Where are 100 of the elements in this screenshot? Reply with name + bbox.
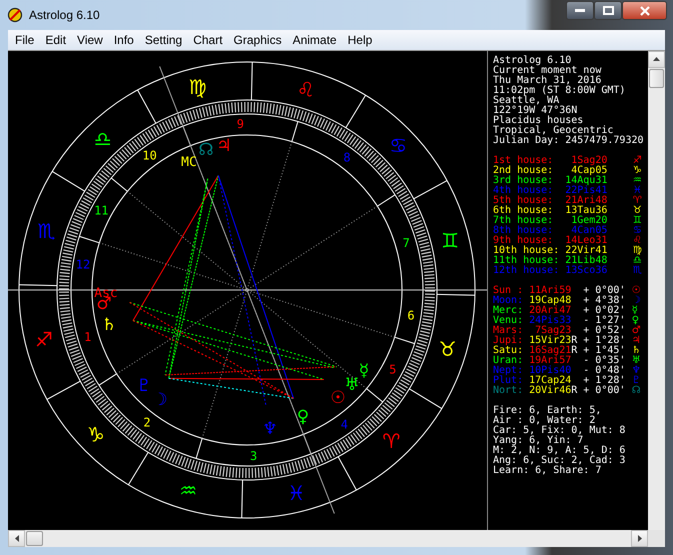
zodiac-sign-glyph: ♈ (382, 429, 400, 454)
house-number: 9 (236, 117, 244, 132)
planet-glyph: ♀ (632, 316, 640, 326)
sign-glyph: ♍ (632, 246, 642, 256)
maximize-button[interactable] (594, 1, 622, 20)
house-cusp-value: 13Tau36 (564, 206, 608, 216)
menu-item[interactable]: Graphics (228, 30, 288, 50)
chart-info-line: Placidus houses (493, 116, 584, 126)
house-cusp-value: 21Lib48 (564, 256, 608, 266)
planet-name: Nept: (493, 366, 524, 376)
scroll-left-icon (14, 535, 18, 542)
planet-position: 20Ari47 (528, 306, 572, 316)
menu-item[interactable]: Chart (188, 30, 229, 50)
scrollbar-corner (648, 530, 665, 547)
sign-glyph: ♋ (632, 226, 642, 236)
menu-item[interactable]: Setting (140, 30, 188, 50)
planet-name: Sun : (493, 286, 524, 296)
horizontal-scrollbar[interactable] (8, 530, 648, 547)
element-stats-line: Fire: 6, Earth: 5, (493, 406, 602, 416)
house-number: 1 (84, 330, 92, 344)
chart-info-line: Julian Day: 2457479.79320 (493, 136, 645, 146)
planet-glyph: ♅ (344, 374, 360, 395)
house-label: 12th house: (493, 266, 560, 276)
angle-label: MC (181, 154, 197, 170)
house-label: 4th house: (493, 186, 554, 196)
house-number: 12 (76, 257, 90, 272)
scroll-thumb[interactable] (26, 531, 43, 546)
chart-info-line: 122°19W 47°36N (493, 106, 578, 116)
zodiac-sign-glyph: ♑ (86, 422, 105, 446)
menu-item[interactable]: File (10, 30, 40, 50)
house-cusp-value: 14Leo31 (564, 236, 608, 246)
planet-deviation: + 0°02' (582, 306, 626, 316)
planet-deviation: + 0°52' (582, 326, 626, 336)
zodiac-sign-glyph: ♊ (441, 228, 460, 253)
house-label: 9th house: (493, 236, 554, 246)
planet-position: 19Cap48 (528, 296, 572, 306)
vertical-scrollbar[interactable] (648, 50, 665, 530)
sign-glyph: ♏ (632, 266, 642, 276)
planet-glyph: ♄ (101, 314, 117, 335)
house-cusp-value: 1Sag20 (570, 156, 608, 166)
zodiac-sign-glyph: ♌ (296, 77, 315, 102)
menu-item[interactable]: Edit (40, 30, 72, 50)
menu-item[interactable]: Info (108, 30, 140, 50)
chart-info-line: Tropical, Geocentric (493, 126, 614, 136)
planet-glyph: ♅ (632, 356, 641, 366)
house-cusp-value: 21Ari48 (564, 196, 608, 206)
sign-glyph: ♐ (632, 156, 642, 166)
zodiac-sign-glyph: ♍ (188, 74, 207, 99)
planet-position: 17Cap24 (528, 376, 572, 386)
planet-glyph: ♃ (632, 336, 641, 346)
planet-glyph: ☿ (358, 360, 370, 381)
planet-deviation: - 0°35' (582, 356, 626, 366)
menu-item[interactable]: Help (342, 30, 378, 50)
sign-glyph: ♉ (632, 206, 642, 216)
planet-glyph: ♂ (632, 326, 641, 336)
planet-glyph: ☉ (330, 388, 346, 408)
minimize-button[interactable] (566, 1, 594, 20)
planet-position: 24Pis33 (528, 316, 572, 326)
house-label: 11th house: (493, 256, 560, 266)
planet-name: Uran: (493, 356, 524, 366)
house-number: 11 (94, 203, 109, 218)
sign-glyph: ♌ (632, 236, 642, 246)
menu-item[interactable]: Animate (288, 30, 343, 50)
house-label: 3rd house: (493, 176, 554, 186)
element-stats-line: Air : 0, Water: 2 (493, 416, 596, 426)
window-title: Astrolog 6.10 (29, 8, 100, 22)
sign-glyph: ♒ (632, 176, 642, 186)
scroll-thumb[interactable] (649, 68, 664, 88)
house-number: 7 (402, 236, 410, 250)
planet-position: 11Ari59 (528, 286, 572, 296)
retrograde-mark: R (571, 384, 578, 396)
house-cusp-value: 4Cap05 (571, 166, 608, 176)
zodiac-sign-glyph: ♎ (94, 126, 112, 151)
zodiac-sign-glyph: ♋ (389, 134, 408, 158)
scroll-up-icon (653, 57, 660, 62)
house-number: 2 (143, 415, 151, 430)
element-stats-line: M: 2, N: 9, A: 5, D: 6 (493, 446, 626, 456)
house-label: 6th house: (493, 206, 554, 216)
planet-name: Moon: (493, 296, 524, 306)
planet-glyph: ☉ (632, 286, 641, 296)
element-stats-line: Yang: 6, Yin: 7 (493, 436, 584, 446)
menu-item[interactable]: View (72, 30, 109, 50)
house-cusp-value: 4Can05 (571, 226, 608, 236)
planet-deviation: - 0°48' (582, 366, 626, 376)
planet-deviation: + 0°00' (582, 286, 626, 296)
planet-deviation: + 0°00' (582, 386, 626, 396)
planet-glyph: ☿ (632, 306, 638, 316)
retrograde-mark: R (571, 344, 578, 356)
close-icon (640, 6, 650, 16)
planet-name: Jupi: (493, 336, 524, 346)
close-button[interactable] (622, 1, 667, 20)
sign-glyph: ♊ (632, 216, 642, 226)
planet-glyph: ♃ (216, 136, 232, 156)
house-label: 8th house: (493, 226, 554, 236)
house-number: 6 (407, 308, 415, 323)
zodiac-sign-glyph: ♓ (287, 481, 306, 506)
house-number: 4 (340, 417, 348, 432)
house-label: 5th house: (493, 196, 554, 206)
planet-glyph: ♆ (262, 418, 278, 439)
planet-name: Merc: (493, 306, 524, 316)
